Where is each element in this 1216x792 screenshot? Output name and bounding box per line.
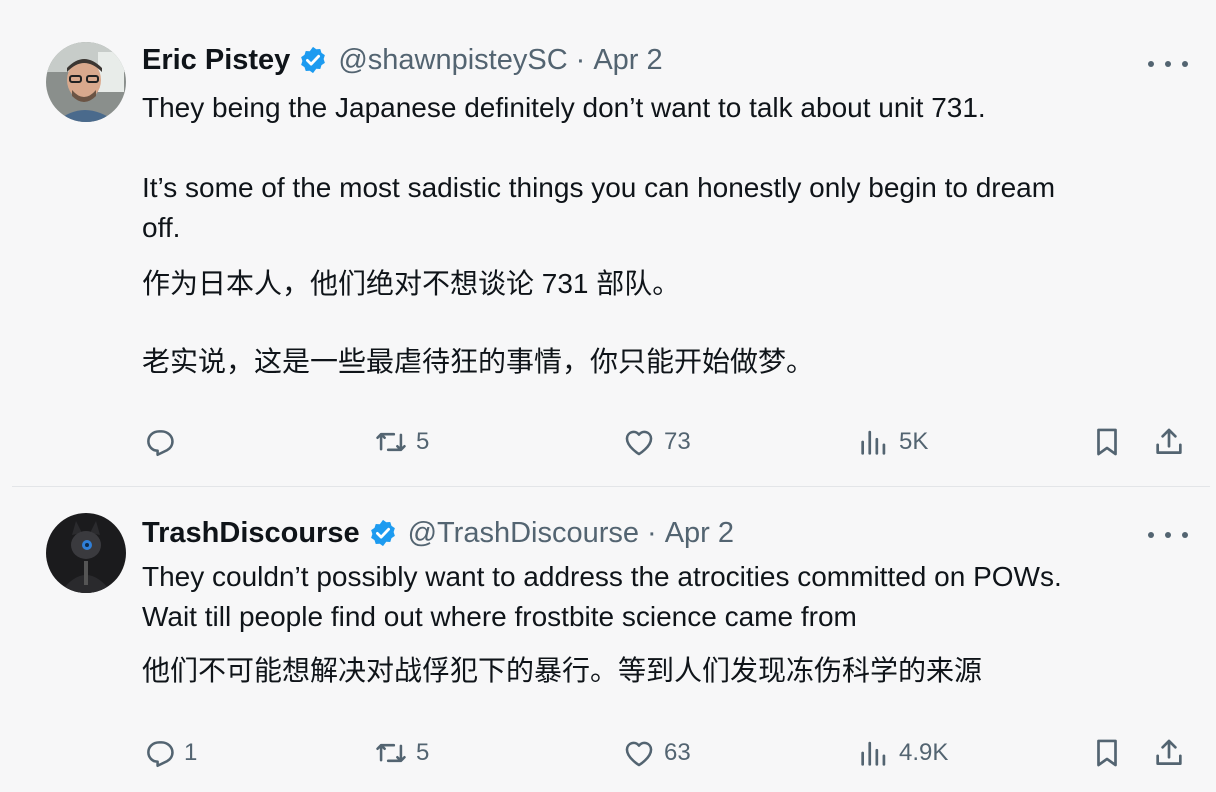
bookmark-button[interactable]	[1090, 733, 1124, 773]
tweet-header: Eric Pistey @shawnpisteySC · Apr 2	[142, 40, 1210, 80]
translation-text-line: 老实说，这是一些最虐待狂的事情，你只能开始做梦。	[142, 346, 815, 377]
more-icon[interactable]	[1148, 52, 1188, 76]
views-icon	[861, 741, 886, 766]
avatar[interactable]	[46, 513, 126, 593]
view-count: 4.9K	[899, 739, 949, 766]
view-count: 5K	[899, 428, 929, 455]
like-button[interactable]: 73	[622, 422, 691, 462]
heart-icon	[625, 741, 653, 767]
share-button[interactable]	[1152, 733, 1186, 773]
display-name[interactable]: TrashDiscourse	[142, 517, 360, 550]
repost-button[interactable]: 5	[374, 422, 429, 462]
avatar[interactable]	[46, 42, 126, 122]
reply-button[interactable]	[142, 422, 184, 462]
verified-badge-icon	[368, 518, 398, 548]
tweet-text-line: It’s some of the most sadistic things yo…	[142, 172, 1056, 203]
tweet-text-line: They couldn’t possibly want to address t…	[142, 561, 1062, 592]
timestamp[interactable]: Apr 2	[665, 517, 734, 550]
verified-badge-icon	[298, 45, 328, 75]
like-count: 73	[664, 428, 691, 455]
views-button[interactable]: 5K	[857, 422, 928, 462]
handle[interactable]: @shawnpisteySC	[338, 44, 567, 77]
views-icon	[861, 430, 886, 455]
tweet[interactable]: Eric Pistey @shawnpisteySC · Apr 2 They …	[12, 16, 1210, 486]
reply-button[interactable]: 1	[142, 733, 197, 773]
bookmark-icon	[1097, 739, 1117, 767]
views-button[interactable]: 4.9K	[857, 733, 948, 773]
share-icon	[1156, 428, 1182, 454]
repost-icon	[376, 743, 406, 763]
action-bar: 5 73 5K	[142, 422, 1190, 462]
repost-count: 5	[416, 428, 430, 455]
timeline: Eric Pistey @shawnpisteySC · Apr 2 They …	[0, 0, 1216, 792]
bookmark-button[interactable]	[1090, 422, 1124, 462]
display-name[interactable]: Eric Pistey	[142, 44, 290, 77]
more-icon[interactable]	[1148, 523, 1188, 547]
separator-dot: ·	[575, 43, 586, 76]
repost-icon	[376, 432, 406, 452]
translation-text-line: 他们不可能想解决对战俘犯下的暴行。等到人们发现冻伤科学的来源	[142, 655, 983, 686]
tweet-header: TrashDiscourse @TrashDiscourse · Apr 2	[142, 513, 1210, 553]
like-count: 63	[664, 739, 691, 766]
repost-count: 5	[416, 739, 430, 766]
share-icon	[1156, 739, 1182, 765]
reply-count: 1	[184, 739, 198, 766]
handle[interactable]: @TrashDiscourse	[408, 517, 639, 550]
action-bar: 1 5 63 4.9K	[142, 733, 1190, 773]
repost-button[interactable]: 5	[374, 733, 429, 773]
bookmark-icon	[1097, 428, 1117, 456]
timestamp[interactable]: Apr 2	[593, 44, 662, 77]
share-button[interactable]	[1152, 422, 1186, 462]
tweet[interactable]: TrashDiscourse @TrashDiscourse · Apr 2 T…	[12, 486, 1210, 792]
tweet-text-line: They being the Japanese definitely don’t…	[142, 92, 986, 123]
reply-icon	[147, 741, 174, 768]
separator-dot: ·	[647, 516, 657, 549]
reply-icon	[147, 430, 174, 457]
heart-icon	[625, 430, 653, 456]
translation-text-line: 作为日本人，他们绝对不想谈论 731 部队。	[142, 268, 681, 299]
tweet-text-line: off.	[142, 212, 181, 243]
like-button[interactable]: 63	[622, 733, 691, 773]
tweet-text-line: Wait till people find out where frostbit…	[142, 601, 857, 632]
